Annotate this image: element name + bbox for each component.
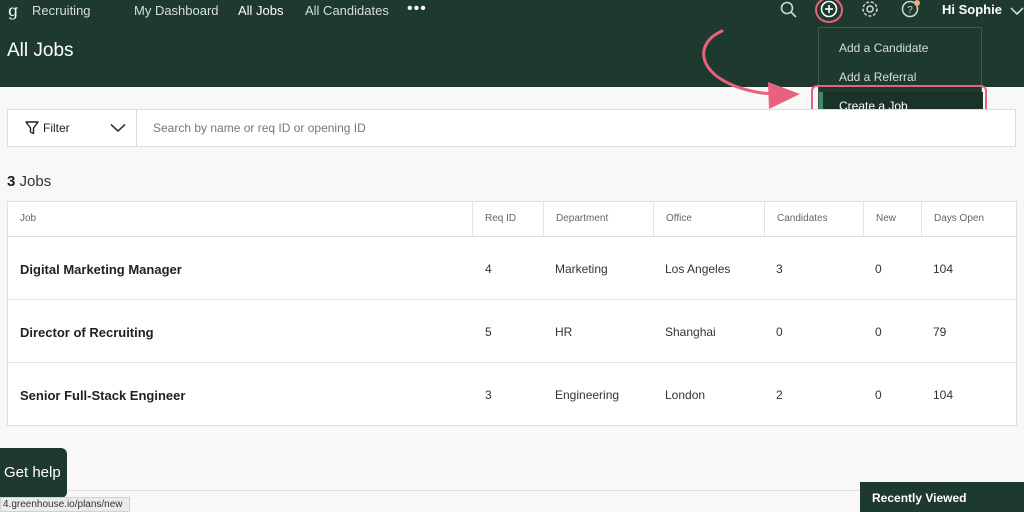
nav-my-dashboard[interactable]: My Dashboard <box>134 3 219 18</box>
job-link[interactable]: Digital Marketing Manager <box>20 262 182 277</box>
filter-button[interactable]: Filter <box>8 110 137 146</box>
req-id-cell: 5 <box>485 325 492 339</box>
svg-text:?: ? <box>907 5 913 16</box>
new-cell[interactable]: 0 <box>875 388 882 402</box>
jobs-table: Job Req ID Department Office Candidates … <box>7 201 1017 426</box>
column-header-job[interactable]: Job <box>8 202 472 236</box>
department-cell: Engineering <box>555 388 620 402</box>
req-id-cell: 3 <box>485 388 492 402</box>
column-header-req-id[interactable]: Req ID <box>472 202 543 236</box>
menu-item-add-candidate[interactable]: Add a Candidate <box>819 34 983 62</box>
column-header-department[interactable]: Department <box>543 202 653 236</box>
req-id-cell: 4 <box>485 262 492 276</box>
days-open-cell: 79 <box>933 325 947 339</box>
table-header: Job Req ID Department Office Candidates … <box>8 202 1016 237</box>
search-icon[interactable] <box>779 0 801 20</box>
menu-item-add-referral[interactable]: Add a Referral <box>819 63 983 91</box>
nav-all-jobs[interactable]: All Jobs <box>238 3 284 18</box>
top-navigation: g Recruiting My Dashboard All Jobs All C… <box>0 0 1024 22</box>
candidates-cell[interactable]: 3 <box>776 262 783 276</box>
new-cell[interactable]: 0 <box>875 325 882 339</box>
footer-divider <box>0 490 860 491</box>
logo-icon[interactable]: g <box>8 1 18 20</box>
nav-all-candidates[interactable]: All Candidates <box>305 3 389 18</box>
job-link[interactable]: Senior Full-Stack Engineer <box>20 388 185 403</box>
chevron-down-icon <box>110 123 126 133</box>
table-row: Digital Marketing Manager 4 Marketing Lo… <box>8 237 1016 300</box>
column-header-days-open[interactable]: Days Open <box>921 202 1016 236</box>
brand-label[interactable]: Recruiting <box>32 3 91 18</box>
jobs-count: 3 Jobs <box>7 173 51 190</box>
candidates-cell[interactable]: 2 <box>776 388 783 402</box>
user-menu[interactable]: Hi Sophie <box>942 2 1024 17</box>
new-cell[interactable]: 0 <box>875 262 882 276</box>
table-row: Director of Recruiting 5 HR Shanghai 0 0… <box>8 300 1016 363</box>
get-help-button[interactable]: Get help <box>0 448 67 498</box>
search-input[interactable] <box>145 110 1015 146</box>
help-icon[interactable]: ? <box>900 0 922 20</box>
chevron-down-icon <box>1010 6 1024 15</box>
page-title: All Jobs <box>7 40 74 61</box>
jobs-count-number: 3 <box>7 173 16 190</box>
plus-circle-icon[interactable] <box>819 0 841 20</box>
column-header-candidates[interactable]: Candidates <box>764 202 863 236</box>
office-cell: Shanghai <box>665 325 716 339</box>
filter-label: Filter <box>43 121 70 135</box>
days-open-cell: 104 <box>933 262 954 276</box>
candidates-cell[interactable]: 0 <box>776 325 783 339</box>
department-cell: Marketing <box>555 262 608 276</box>
office-cell: Los Angeles <box>665 262 731 276</box>
status-bar-url: 4.greenhouse.io/plans/new <box>0 497 130 512</box>
job-link[interactable]: Director of Recruiting <box>20 325 154 340</box>
table-row: Senior Full-Stack Engineer 3 Engineering… <box>8 363 1016 426</box>
filter-icon <box>25 121 39 135</box>
recently-viewed-tab[interactable]: Recently Viewed <box>860 482 1024 512</box>
column-header-office[interactable]: Office <box>653 202 764 236</box>
filter-bar: Filter <box>7 109 1016 147</box>
office-cell: London <box>665 388 706 402</box>
jobs-count-label: Jobs <box>19 173 52 190</box>
more-menu-button[interactable]: ••• <box>407 0 427 18</box>
days-open-cell: 104 <box>933 388 954 402</box>
user-greeting: Hi Sophie <box>942 2 1002 17</box>
gear-icon[interactable] <box>860 0 882 20</box>
column-header-new[interactable]: New <box>863 202 921 236</box>
department-cell: HR <box>555 325 573 339</box>
